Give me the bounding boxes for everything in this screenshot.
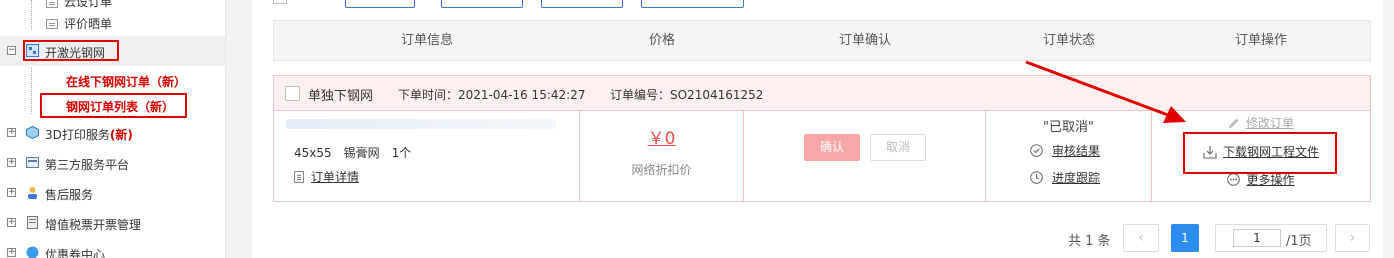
pagination-total: 共 1 条 <box>1068 234 1111 249</box>
scrollbar[interactable] <box>1383 0 1394 258</box>
annotation-arrow <box>1025 60 1186 123</box>
page-count: /1页 <box>1286 234 1312 249</box>
pagination-next-button[interactable]: › <box>1335 224 1370 252</box>
pagination-prev-button[interactable]: ‹ <box>1123 224 1159 252</box>
pagination-page-button[interactable]: 1 <box>1171 224 1199 252</box>
page-jump-input[interactable]: 1 <box>1233 229 1281 247</box>
